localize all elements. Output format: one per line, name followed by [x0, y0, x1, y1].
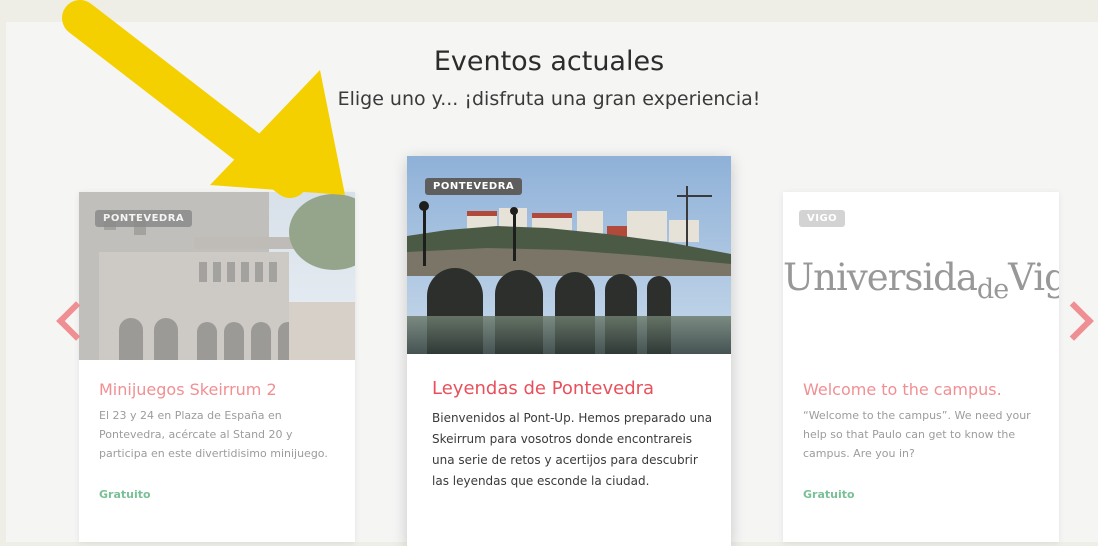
event-description: El 23 y 24 en Plaza de España en Ponteve…: [99, 409, 328, 460]
event-title[interactable]: Welcome to the campus.: [803, 380, 1002, 399]
location-badge: PONTEVEDRA: [425, 178, 523, 195]
university-logo: UniversidadeVigo: [783, 256, 1059, 305]
event-title[interactable]: Leyendas de Pontevedra: [432, 378, 654, 399]
annotation-arrow-icon: [62, 0, 345, 198]
event-description: Bienvenidos al Pont-Up. Hemos preparado …: [432, 411, 713, 488]
event-card-welcome[interactable]: VIGO UniversidadeVigo Welcome to the cam…: [783, 192, 1059, 542]
location-badge: VIGO: [799, 210, 846, 227]
event-description: “Welcome to the campus”. We need your he…: [803, 409, 1031, 460]
event-price: Gratuito: [803, 488, 855, 501]
event-card-leyendas[interactable]: PONTEVEDRA Leyendas de Pontevedra Bienve…: [407, 156, 731, 546]
event-price: Gratuito: [99, 488, 151, 501]
event-title[interactable]: Minijuegos Skeirrum 2: [99, 380, 277, 399]
